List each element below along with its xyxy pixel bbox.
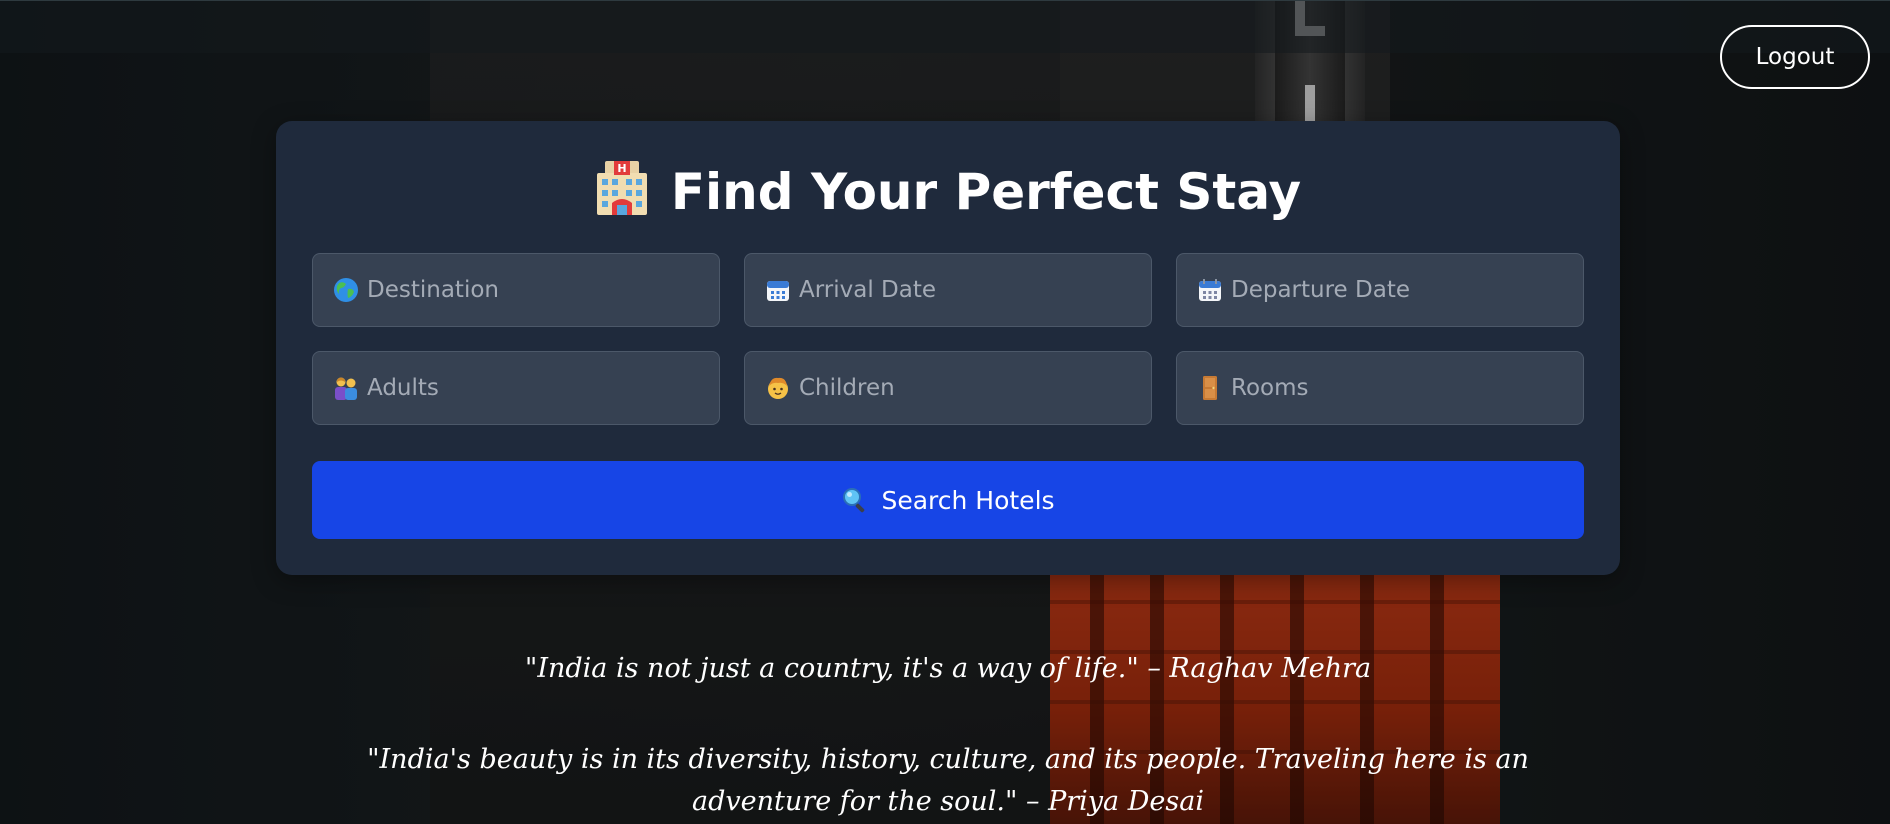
door-icon (1203, 376, 1217, 400)
rooms-input[interactable] (1231, 375, 1571, 401)
arrival-date-input[interactable] (799, 277, 1139, 303)
adults-field[interactable] (312, 351, 720, 425)
quote-text: "India is not just a country, it's a way… (524, 653, 1372, 684)
top-bar (0, 0, 1890, 53)
svg-text:H: H (617, 162, 626, 175)
departure-date-input[interactable] (1231, 277, 1571, 303)
adults-input[interactable] (367, 375, 707, 401)
calendar-icon (767, 281, 789, 301)
couple-icon (335, 377, 357, 400)
hotel-icon: H (596, 161, 647, 215)
search-hotels-label: Search Hotels (881, 485, 1055, 515)
quote: "India's beauty is in its diversity, his… (276, 739, 1620, 823)
departure-date-field[interactable] (1176, 253, 1584, 327)
children-field[interactable] (744, 351, 1152, 425)
arrival-date-field[interactable] (744, 253, 1152, 327)
logout-button[interactable]: Logout (1720, 25, 1870, 89)
children-input[interactable] (799, 375, 1139, 401)
calendar-icon (1199, 279, 1221, 301)
child-icon (768, 377, 788, 399)
rooms-field[interactable] (1176, 351, 1584, 425)
search-hotels-button[interactable]: Search Hotels (312, 461, 1584, 539)
search-card: H Find Your Perfect Stay Destination Arr… (276, 121, 1620, 575)
globe-icon (334, 278, 358, 302)
destination-field[interactable] (312, 253, 720, 327)
quote-text: "India's beauty is in its diversity, his… (367, 744, 1529, 817)
page-title: H Find Your Perfect Stay (276, 157, 1620, 227)
page-title-text: Find Your Perfect Stay (670, 163, 1302, 221)
magnifier-icon (843, 488, 865, 513)
destination-input[interactable] (367, 277, 707, 303)
quote: "India is not just a country, it's a way… (276, 648, 1620, 690)
